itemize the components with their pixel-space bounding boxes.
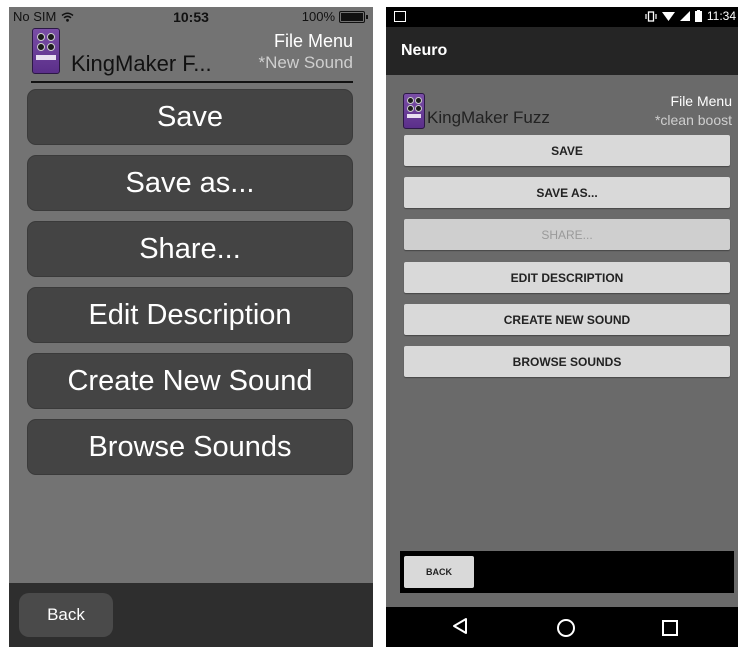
create-new-sound-button[interactable]: CREATE NEW SOUND	[404, 304, 730, 335]
signal-icon	[679, 10, 690, 21]
header-divider	[31, 81, 353, 83]
save-button[interactable]: SAVE	[404, 135, 730, 166]
save-as-button[interactable]: SAVE AS...	[404, 177, 730, 208]
back-button[interactable]: BACK	[404, 556, 474, 588]
battery-percent: 100%	[301, 9, 335, 24]
edit-description-button[interactable]: Edit Description	[27, 287, 353, 343]
nav-home-icon[interactable]	[557, 619, 575, 637]
nav-recents-icon[interactable]	[662, 620, 678, 636]
menu-title: File Menu	[670, 93, 732, 109]
battery-icon	[339, 10, 368, 23]
ios-status-bar: No SIM 10:53 100%	[9, 7, 373, 25]
pedal-thumbnail-icon	[403, 93, 425, 129]
share-button[interactable]: SHARE...	[404, 219, 730, 250]
pedal-thumbnail-icon	[32, 28, 60, 74]
ios-screen: No SIM 10:53 100% KingMaker F... File Me…	[9, 7, 373, 647]
wifi-icon	[661, 11, 675, 21]
edit-description-button[interactable]: EDIT DESCRIPTION	[404, 262, 730, 293]
save-as-button[interactable]: Save as...	[27, 155, 353, 211]
create-new-sound-button[interactable]: Create New Sound	[27, 353, 353, 409]
save-button[interactable]: Save	[27, 89, 353, 145]
back-button[interactable]: Back	[19, 593, 113, 637]
sound-name: KingMaker Fuzz	[427, 108, 550, 127]
browse-sounds-button[interactable]: BROWSE SOUNDS	[404, 346, 730, 377]
browse-sounds-button[interactable]: Browse Sounds	[27, 419, 353, 475]
preset-name: *New Sound	[258, 53, 353, 72]
android-status-bar: 11:34	[386, 7, 738, 27]
sound-name: KingMaker F...	[71, 51, 212, 76]
nav-back-icon[interactable]	[452, 617, 468, 635]
preset-name: *clean boost	[654, 112, 732, 128]
android-screen: 11:34 Neuro KingMaker Fuzz File Menu *cl…	[386, 7, 738, 647]
menu-title: File Menu	[273, 31, 353, 51]
app-title: Neuro	[401, 42, 448, 59]
battery-icon	[694, 10, 702, 22]
image-notification-icon	[394, 11, 406, 22]
share-button[interactable]: Share...	[27, 221, 353, 277]
clock-text: 11:34	[706, 9, 736, 23]
vibrate-icon	[645, 10, 657, 22]
